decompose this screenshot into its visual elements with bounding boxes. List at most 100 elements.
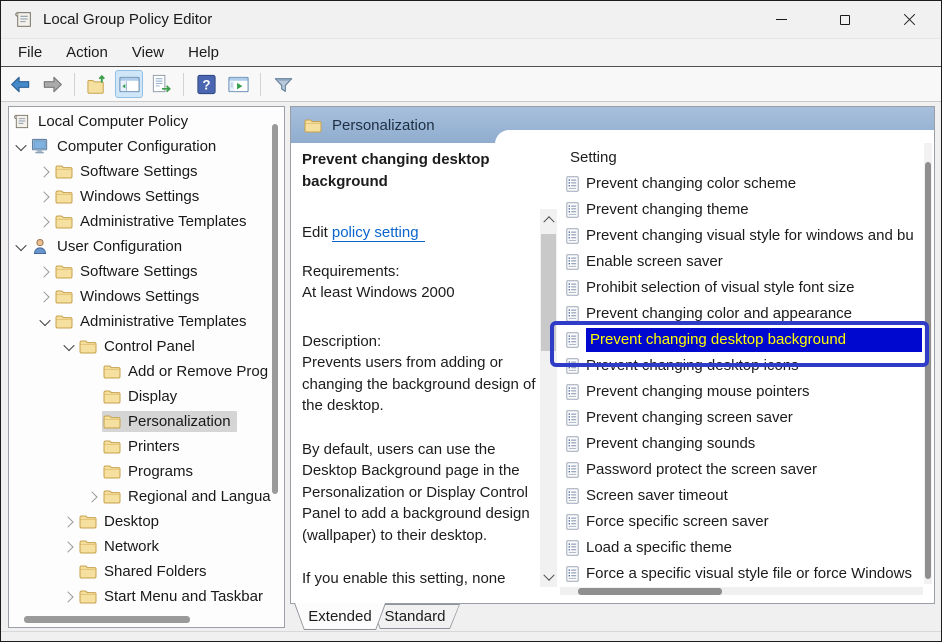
tree-item-personalization[interactable]: Personalization [9, 409, 284, 434]
folder-icon [103, 389, 121, 404]
tree-item-display[interactable]: Display [9, 384, 284, 409]
chevron-right-icon[interactable] [35, 162, 54, 181]
close-button[interactable] [877, 1, 941, 38]
tree-item-local-computer-policy[interactable]: Local Computer Policy [9, 109, 284, 134]
maximize-button[interactable] [813, 1, 877, 38]
chevron-right-icon[interactable] [83, 487, 102, 506]
chevron-right-icon[interactable] [35, 287, 54, 306]
setting-column-header[interactable]: Setting [570, 149, 617, 166]
settings-item[interactable]: Prevent changing mouse pointers [560, 379, 922, 405]
tree-horizontal-scrollbar[interactable] [24, 616, 190, 623]
tree-vertical-scrollbar[interactable] [272, 124, 278, 494]
up-one-level-button[interactable] [83, 70, 111, 98]
settings-rows: Prevent changing color scheme Prevent ch… [560, 171, 922, 587]
up-one-level-icon [86, 73, 109, 96]
menu-help[interactable]: Help [176, 41, 231, 64]
folder-icon [55, 264, 73, 279]
menu-action[interactable]: Action [54, 41, 120, 64]
chevron-right-icon[interactable] [59, 512, 78, 531]
minimize-button[interactable] [749, 1, 813, 38]
settings-item[interactable]: Password protect the screen saver [560, 457, 922, 483]
tree-item-administrative-templates-user[interactable]: Administrative Templates [9, 309, 284, 334]
description-paragraph: Prevents users from adding or changing t… [302, 352, 536, 417]
tree-item-control-panel[interactable]: Control Panel [9, 334, 284, 359]
chevron-right-icon[interactable] [35, 262, 54, 281]
tree-item-administrative-templates[interactable]: Administrative Templates [9, 209, 284, 234]
tree-item-start-menu-and-taskbar[interactable]: Start Menu and Taskbar [9, 584, 284, 609]
export-list-button[interactable] [147, 70, 175, 98]
title-bar: Local Group Policy Editor [1, 1, 941, 38]
show-window-button[interactable] [224, 70, 252, 98]
help-button[interactable] [192, 70, 220, 98]
tree-item-user-configuration[interactable]: User Configuration [9, 234, 284, 259]
console-tree-icon [118, 73, 141, 96]
policy-doc-icon [566, 176, 579, 192]
tree-item-software-settings[interactable]: Software Settings [9, 159, 284, 184]
chevron-down-icon[interactable] [35, 312, 54, 331]
settings-item[interactable]: Screen saver timeout [560, 483, 922, 509]
forward-icon [41, 73, 64, 96]
filter-icon [272, 73, 295, 96]
settings-item[interactable]: Load a specific theme [560, 535, 922, 561]
chevron-down-icon[interactable] [11, 237, 30, 256]
menu-file[interactable]: File [6, 41, 54, 64]
scrollbar-thumb[interactable] [541, 234, 556, 351]
settings-item[interactable]: Prevent changing screen saver [560, 405, 922, 431]
description-scrollbar[interactable] [540, 209, 557, 587]
settings-item[interactable]: Prevent changing sounds [560, 431, 922, 457]
tree-item-computer-configuration[interactable]: Computer Configuration [9, 134, 284, 159]
policy-doc-icon [566, 514, 579, 530]
filter-button[interactable] [269, 70, 297, 98]
toolbar-separator [183, 73, 184, 96]
export-list-icon [150, 73, 173, 96]
scroll-down-icon[interactable] [540, 569, 557, 586]
back-button[interactable] [6, 70, 34, 98]
show-console-tree-button[interactable] [115, 70, 143, 98]
menu-view[interactable]: View [120, 41, 176, 64]
policy-title: Prevent changing desktop background [302, 149, 536, 192]
chevron-right-icon[interactable] [35, 187, 54, 206]
list-horizontal-scrollbar[interactable] [560, 587, 923, 595]
tree-item-printers[interactable]: Printers [9, 434, 284, 459]
chevron-right-icon[interactable] [59, 537, 78, 556]
policy-setting-link[interactable]: policy setting [332, 224, 425, 242]
forward-button[interactable] [38, 70, 66, 98]
scrollbar-thumb[interactable] [925, 162, 931, 579]
chevron-right-icon[interactable] [59, 587, 78, 606]
list-vertical-scrollbar[interactable] [924, 143, 932, 584]
tree-item-software-settings-user[interactable]: Software Settings [9, 259, 284, 284]
settings-item[interactable]: Prevent changing visual style for window… [560, 223, 922, 249]
menu-bar: File Action View Help [1, 38, 941, 66]
tree-item-windows-settings[interactable]: Windows Settings [9, 184, 284, 209]
settings-item[interactable]: Prevent changing theme [560, 197, 922, 223]
policy-doc-icon [566, 358, 579, 374]
list-rounded-corner [495, 130, 934, 144]
folder-icon [55, 314, 73, 329]
chevron-down-icon[interactable] [11, 137, 30, 156]
tree-item-desktop[interactable]: Desktop [9, 509, 284, 534]
settings-item[interactable]: Prevent changing color scheme [560, 171, 922, 197]
chevron-right-icon[interactable] [35, 212, 54, 231]
scrollbar-thumb[interactable] [578, 588, 722, 595]
status-bar [1, 631, 941, 641]
settings-item-selected[interactable]: Prevent changing desktop background [560, 327, 922, 353]
settings-item[interactable]: Prohibit selection of visual style font … [560, 275, 922, 301]
close-icon [903, 13, 916, 26]
settings-item[interactable]: Force specific screen saver [560, 509, 922, 535]
policy-doc-icon [566, 540, 579, 556]
help-icon [195, 73, 218, 96]
settings-item[interactable]: Force a specific visual style file or fo… [560, 561, 922, 587]
tree-item-network[interactable]: Network [9, 534, 284, 559]
settings-item[interactable]: Prevent changing desktop icons [560, 353, 922, 379]
scroll-up-icon[interactable] [540, 210, 557, 227]
chevron-down-icon[interactable] [59, 337, 78, 356]
tree-item-programs[interactable]: Programs [9, 459, 284, 484]
tree-item-regional-and-language[interactable]: Regional and Langua [9, 484, 284, 509]
tab-extended[interactable]: Extended [294, 603, 386, 630]
tree-item-windows-settings-user[interactable]: Windows Settings [9, 284, 284, 309]
settings-list: Setting Prevent changing color scheme Pr… [560, 143, 933, 602]
settings-item[interactable]: Enable screen saver [560, 249, 922, 275]
settings-item[interactable]: Prevent changing color and appearance [560, 301, 922, 327]
tree-item-shared-folders[interactable]: Shared Folders [9, 559, 284, 584]
tree-item-add-or-remove-programs[interactable]: Add or Remove Prog [9, 359, 284, 384]
